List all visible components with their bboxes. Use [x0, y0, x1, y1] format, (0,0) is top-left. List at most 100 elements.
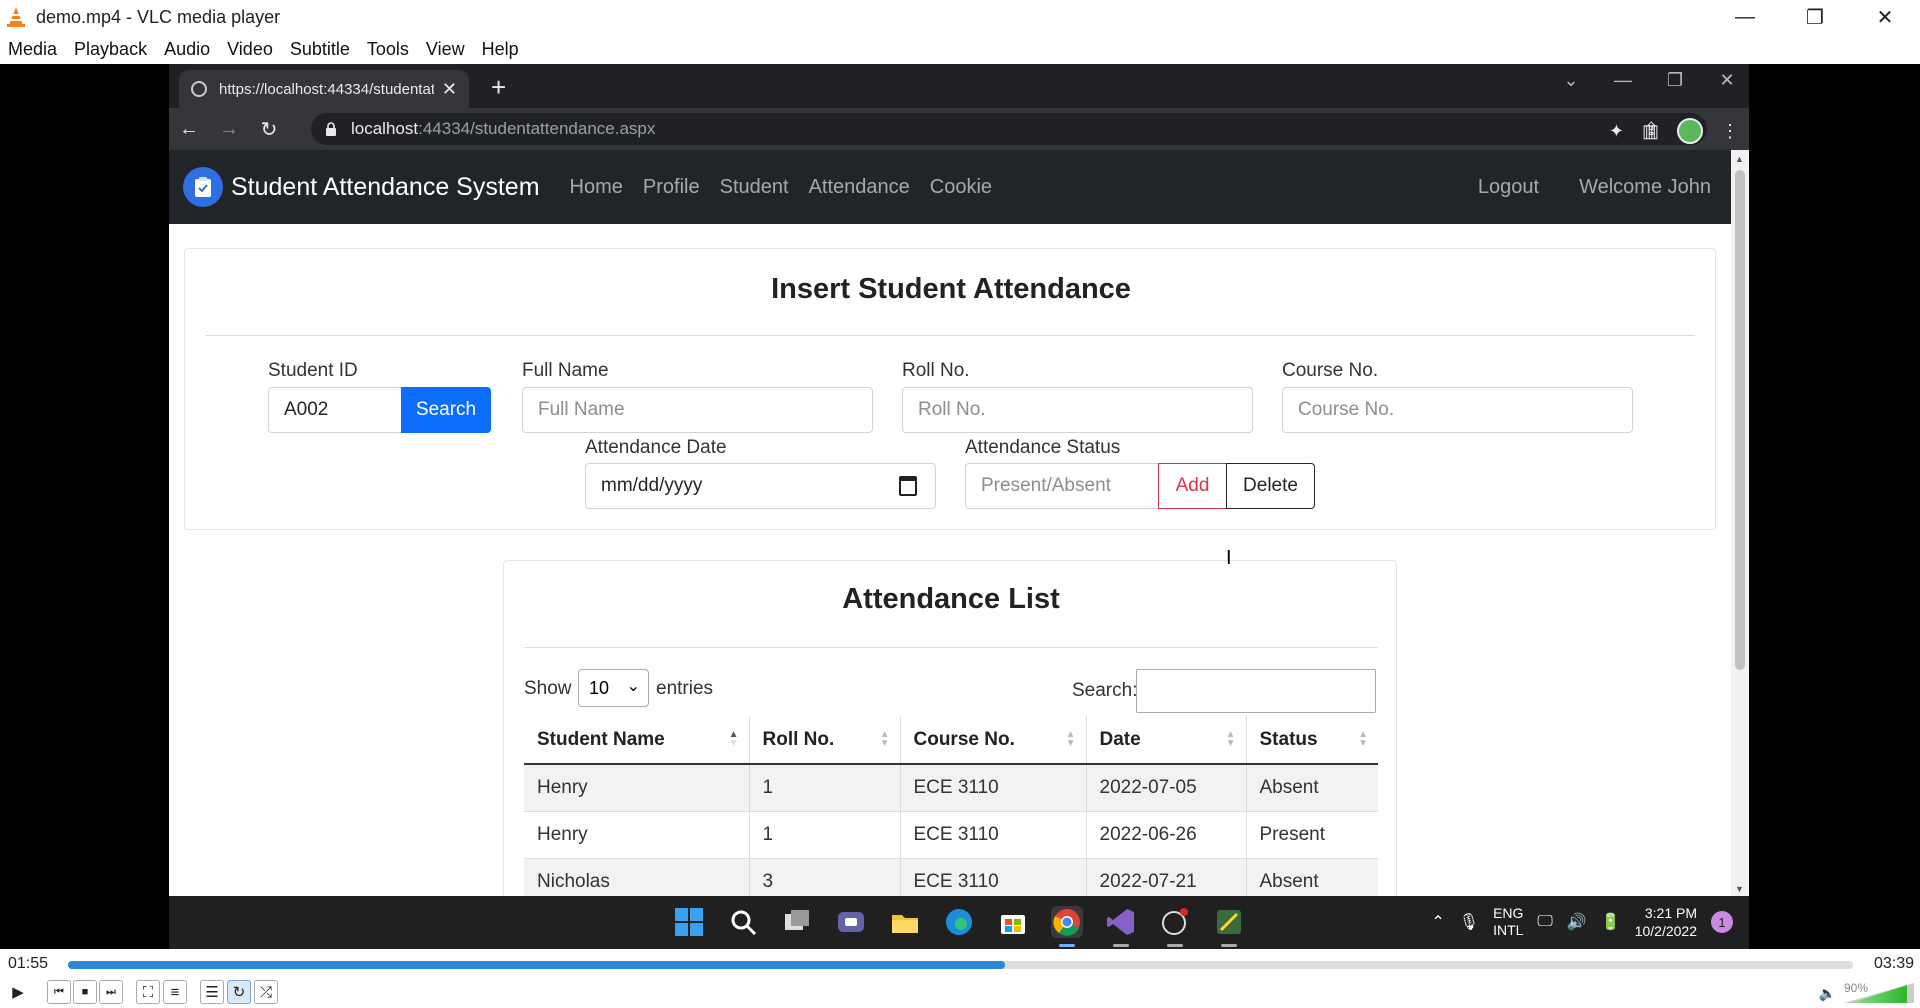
- roll-no-input[interactable]: Roll No.: [902, 387, 1253, 433]
- tab-close-icon[interactable]: ✕: [442, 79, 457, 100]
- page-viewport: Student Attendance System Home Profile S…: [169, 150, 1731, 896]
- tray-chevron-icon[interactable]: ⌃: [1431, 912, 1444, 932]
- fullscreen-icon[interactable]: ⛶: [136, 980, 160, 1004]
- col-roll-no[interactable]: Roll No. ▲ ▼: [748, 716, 900, 765]
- browser-close-icon[interactable]: ✕: [1715, 70, 1739, 91]
- next-icon[interactable]: ⏭: [99, 980, 123, 1004]
- microphone-icon[interactable]: 🎙: [1459, 912, 1479, 932]
- reload-icon[interactable]: ↻: [249, 117, 289, 142]
- scroll-thumb[interactable]: [1735, 170, 1745, 670]
- shuffle-icon[interactable]: ⤮: [254, 980, 278, 1004]
- file-explorer-icon[interactable]: [889, 906, 921, 938]
- tab-search-icon[interactable]: ⌄: [1559, 70, 1583, 91]
- scroll-down-icon[interactable]: ▼: [1735, 884, 1744, 894]
- extended-settings-icon[interactable]: ≡: [163, 980, 187, 1004]
- col-course-no[interactable]: Course No. ▲ ▼: [899, 716, 1086, 765]
- browser-restore-icon[interactable]: ❐: [1663, 70, 1687, 91]
- scroll-up-icon[interactable]: ▲: [1735, 154, 1744, 164]
- search-icon[interactable]: [727, 906, 759, 938]
- browser-tab[interactable]: https://localhost:44334/studentat ✕: [179, 70, 469, 108]
- network-icon[interactable]: 🖵: [1537, 913, 1552, 931]
- seek-bar[interactable]: [68, 961, 1853, 969]
- menu-help[interactable]: Help: [482, 39, 519, 60]
- teams-chat-icon[interactable]: [835, 906, 867, 938]
- menu-tools[interactable]: Tools: [367, 39, 409, 60]
- nav-attendance[interactable]: Attendance: [809, 176, 910, 199]
- show-label: Show: [524, 678, 572, 699]
- extensions-icon[interactable]: ✦: [1609, 121, 1624, 142]
- menu-kebab-icon[interactable]: ⋮: [1721, 121, 1739, 142]
- menu-video[interactable]: Video: [227, 39, 273, 60]
- new-tab-icon[interactable]: +: [491, 72, 506, 103]
- chrome-icon[interactable]: [1051, 906, 1083, 938]
- nav-welcome[interactable]: Welcome John: [1579, 176, 1711, 199]
- search-button[interactable]: Search: [401, 387, 491, 433]
- nav-student[interactable]: Student: [720, 176, 789, 199]
- menu-subtitle[interactable]: Subtitle: [290, 39, 350, 60]
- entries-label: entries: [656, 678, 714, 699]
- windows-start-icon[interactable]: [673, 906, 705, 938]
- task-view-icon[interactable]: [781, 906, 813, 938]
- back-icon[interactable]: ←: [169, 118, 209, 141]
- edge-icon[interactable]: [943, 906, 975, 938]
- language-indicator[interactable]: ENG INTL: [1493, 905, 1523, 939]
- attendance-table: Student Name ▲ ▼ Roll No. ▲ ▼ Course No. ▲ ▼ D…: [524, 716, 1378, 896]
- close-icon[interactable]: ✕: [1850, 0, 1920, 34]
- table-search-input[interactable]: [1136, 669, 1376, 713]
- notification-badge[interactable]: 1: [1711, 911, 1733, 933]
- menu-media[interactable]: Media: [8, 39, 57, 60]
- speaker-icon[interactable]: 🔈: [1819, 985, 1836, 1002]
- cell-student-name: Nicholas: [524, 858, 749, 896]
- full-name-input[interactable]: Full Name: [522, 387, 873, 433]
- col-date[interactable]: Date ▲ ▼: [1085, 716, 1246, 765]
- cell-status: Present: [1245, 811, 1378, 859]
- play-icon[interactable]: ▶: [6, 980, 30, 1004]
- attendance-status-input[interactable]: Present/Absent: [965, 463, 1159, 509]
- course-no-input[interactable]: Course No.: [1282, 387, 1633, 433]
- nav-home[interactable]: Home: [570, 176, 623, 199]
- browser-minimize-icon[interactable]: —: [1611, 70, 1635, 91]
- store-icon[interactable]: [997, 906, 1029, 938]
- date-placeholder: mm/dd/yyyy: [601, 475, 703, 496]
- full-name-label: Full Name: [522, 360, 609, 381]
- cell-course-no: ECE 3110: [899, 764, 1086, 812]
- student-id-input[interactable]: A002: [268, 387, 402, 433]
- forward-icon[interactable]: →: [209, 118, 249, 141]
- menu-audio[interactable]: Audio: [164, 39, 210, 60]
- volume-icon[interactable]: 🔊: [1567, 912, 1587, 932]
- menu-view[interactable]: View: [426, 39, 465, 60]
- side-panel-icon[interactable]: ▥: [1642, 121, 1659, 142]
- url-path: :44334/studentattendance.aspx: [418, 119, 656, 138]
- playlist-icon[interactable]: ☰: [200, 980, 224, 1004]
- stop-icon[interactable]: ■: [73, 980, 97, 1004]
- nav-cookie[interactable]: Cookie: [930, 176, 992, 199]
- col-status[interactable]: Status ▲ ▼: [1245, 716, 1378, 765]
- cell-status: Absent: [1245, 858, 1378, 896]
- menu-playback[interactable]: Playback: [74, 39, 147, 60]
- entries-select[interactable]: 10 ⌄: [578, 669, 649, 707]
- nav-logout[interactable]: Logout: [1478, 176, 1539, 199]
- table-row: Henry 1 ECE 3110 2022-07-05 Absent: [524, 764, 1378, 812]
- address-bar[interactable]: localhost:44334/studentattendance.aspx ⇪…: [311, 113, 1707, 145]
- loop-icon[interactable]: ↻: [227, 980, 251, 1004]
- calendar-icon[interactable]: [899, 476, 917, 496]
- attendance-date-input[interactable]: mm/dd/yyyy: [585, 463, 936, 509]
- minimize-icon[interactable]: —: [1710, 0, 1780, 34]
- site-brand[interactable]: Student Attendance System: [183, 167, 540, 207]
- clock[interactable]: 3:21 PM 10/2/2022: [1635, 904, 1697, 940]
- nav-profile[interactable]: Profile: [643, 176, 700, 199]
- restore-icon[interactable]: ❐: [1780, 0, 1850, 34]
- attendance-list-title: Attendance List: [842, 583, 1060, 615]
- attendance-list-card: Attendance List Show 10 ⌄ entries Search…: [503, 560, 1397, 896]
- profile-avatar[interactable]: [1677, 118, 1703, 144]
- page-scrollbar[interactable]: ▲ ▼: [1731, 150, 1749, 896]
- visual-studio-icon[interactable]: [1105, 906, 1137, 938]
- col-student-name[interactable]: Student Name ▲ ▼: [524, 716, 749, 765]
- add-button[interactable]: Add: [1158, 463, 1227, 509]
- app-icon[interactable]: [1159, 906, 1191, 938]
- delete-button[interactable]: Delete: [1226, 463, 1315, 509]
- previous-icon[interactable]: ⏮: [47, 980, 71, 1004]
- battery-icon[interactable]: 🔋: [1601, 912, 1621, 932]
- snipping-tool-icon[interactable]: [1213, 906, 1245, 938]
- site-navbar: Student Attendance System Home Profile S…: [169, 150, 1731, 224]
